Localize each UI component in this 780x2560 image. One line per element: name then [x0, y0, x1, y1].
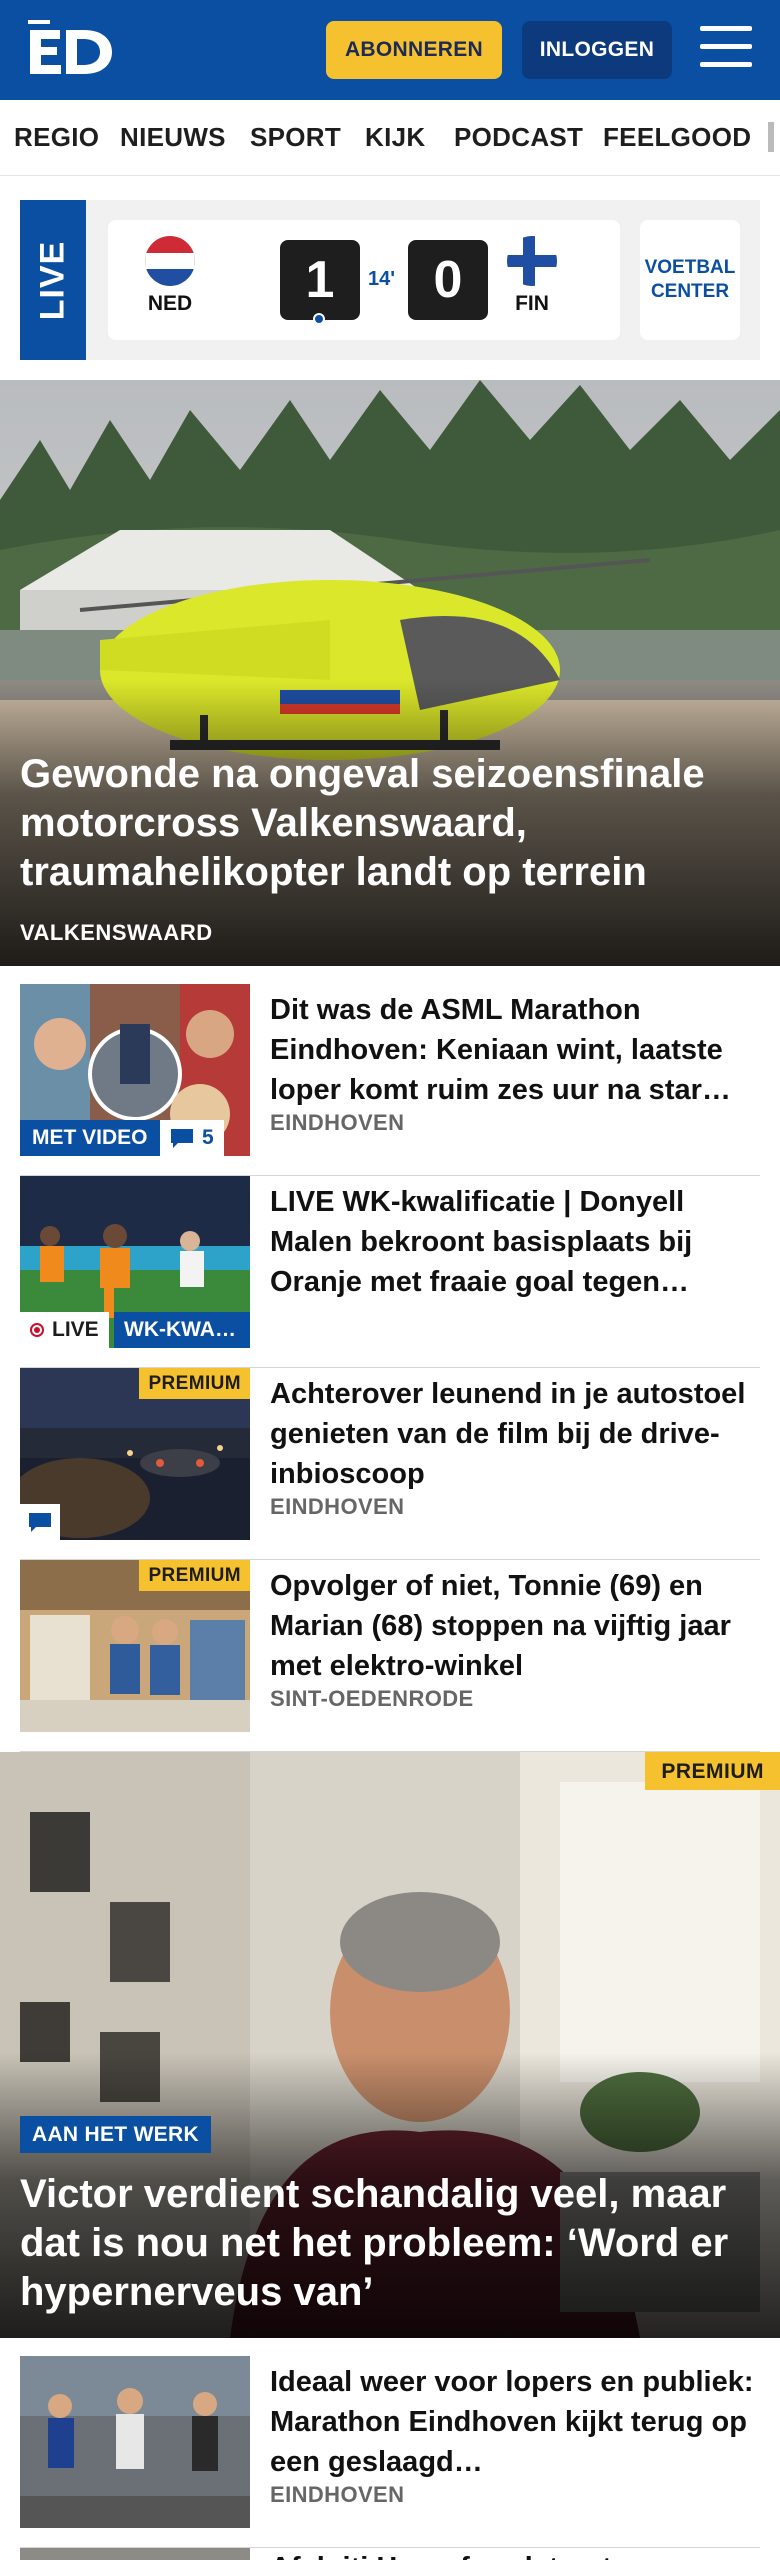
list-item[interactable]: Ideaal weer voor lopers en publiek: Mara… [20, 2356, 760, 2548]
away-score: 0 [408, 240, 488, 320]
hero-article[interactable]: Gewonde na ongeval seizoensfinale motorc… [0, 380, 780, 966]
home-team: NED [140, 236, 200, 316]
article-location: SINT-OEDENRODE [270, 1686, 474, 1711]
comment-icon [29, 1513, 51, 1532]
hero-title[interactable]: Gewonde na ongeval seizoensfinale motorc… [20, 750, 760, 897]
match-minute: 14' [368, 268, 396, 290]
comments-badge[interactable] [20, 1504, 60, 1540]
category-badge: WK-KWA… [114, 1312, 250, 1348]
article-thumbnail [20, 2548, 250, 2560]
hero-location: VALKENSWAARD [20, 920, 213, 945]
article-thumbnail: PREMIUM [20, 1368, 250, 1540]
article-title[interactable]: Afsluiti Heezefrandstraat [270, 2548, 612, 2560]
comment-icon [171, 1129, 193, 1148]
live-indicator-icon [30, 1323, 44, 1337]
live-badge-label: LIVE [52, 1318, 99, 1341]
finland-flag-icon [507, 236, 557, 286]
list-item[interactable]: LIVE WK-KWA… LIVE WK-kwalificatie | Dony… [20, 1176, 760, 1368]
article-location: EINDHOVEN [270, 1494, 405, 1519]
article-title[interactable]: Ideaal weer voor lopers en publiek: Mara… [270, 2362, 760, 2482]
goal-indicator-dot [313, 313, 325, 325]
article-thumbnail: PREMIUM [20, 1560, 250, 1732]
home-team-code: NED [147, 292, 193, 315]
live-badge: LIVE [20, 1312, 109, 1348]
list-item[interactable]: PREMIUM Achterover leunend in je autosto… [20, 1368, 760, 1560]
feature-title[interactable]: Victor verdient schandalig veel, maar da… [20, 2170, 770, 2317]
list-item[interactable]: PREMIUM Opvolger of niet, Tonnie (69) en… [20, 1560, 760, 1752]
nav-item-sport[interactable]: SPORT [250, 122, 341, 153]
nav-overflow-indicator [768, 122, 774, 152]
nav-item-nieuws[interactable]: NIEUWS [120, 122, 226, 153]
ed-logo[interactable] [28, 20, 116, 80]
live-tab[interactable]: LIVE [20, 200, 86, 360]
nav-item-kijk[interactable]: KIJK [365, 122, 425, 153]
article-title[interactable]: Opvolger of niet, Tonnie (69) en Marian … [270, 1566, 760, 1686]
article-title[interactable]: Achterover leunend in je autostoel genie… [270, 1374, 760, 1494]
premium-badge: PREMIUM [645, 1752, 780, 1790]
article-thumbnail [20, 2356, 250, 2528]
list-item-partial[interactable]: Afsluiti Heezefrandstraat [20, 2548, 760, 2560]
live-score-widget[interactable]: LIVE NED 1 14' 0 FIN VOETBAL CENTER [20, 200, 760, 360]
article-title[interactable]: LIVE WK-kwalificatie | Donyell Malen bek… [270, 1182, 760, 1302]
home-score: 1 [280, 240, 360, 320]
article-thumbnail: LIVE WK-KWA… [20, 1176, 250, 1348]
article-title[interactable]: Dit was de ASML Marathon Eindhoven: Keni… [270, 990, 760, 1110]
voetbal-center-label-1: VOETBAL [644, 257, 736, 278]
away-team: FIN [502, 236, 562, 316]
login-button[interactable]: INLOGGEN [522, 21, 672, 79]
menu-icon[interactable] [700, 26, 752, 72]
score-card[interactable]: NED 1 14' 0 FIN [108, 220, 620, 340]
premium-badge: PREMIUM [139, 1560, 250, 1591]
away-team-code: FIN [515, 292, 549, 315]
article-thumbnail: MET VIDEO 5 [20, 984, 250, 1156]
live-tab-label: LIVE [33, 240, 72, 320]
article-location: EINDHOVEN [270, 2482, 405, 2507]
voetbal-center-link[interactable]: VOETBAL CENTER [640, 220, 740, 340]
nav-item-podcast[interactable]: PODCAST [454, 122, 583, 153]
feature-category-tag[interactable]: AAN HET WERK [20, 2116, 211, 2153]
site-header: ABONNEREN INLOGGEN [0, 0, 780, 100]
video-badge: MET VIDEO [20, 1120, 160, 1156]
netherlands-flag-icon [145, 236, 195, 286]
article-location: EINDHOVEN [270, 1110, 405, 1135]
nav-item-regio[interactable]: REGIO [14, 122, 99, 153]
feature-article[interactable]: PREMIUM AAN HET WERK Victor verdient sch… [0, 1752, 780, 2338]
voetbal-center-label-2: CENTER [650, 281, 730, 302]
comments-badge[interactable]: 5 [160, 1120, 224, 1156]
premium-badge: PREMIUM [139, 1368, 250, 1399]
subscribe-button[interactable]: ABONNEREN [326, 21, 502, 79]
list-item[interactable]: MET VIDEO 5 Dit was de ASML Marathon Ein… [20, 984, 760, 1176]
nav-item-feelgood[interactable]: FEELGOOD [603, 122, 751, 153]
section-nav: REGIO NIEUWS SPORT KIJK PODCAST FEELGOOD [0, 100, 780, 176]
comment-count: 5 [202, 1126, 214, 1149]
